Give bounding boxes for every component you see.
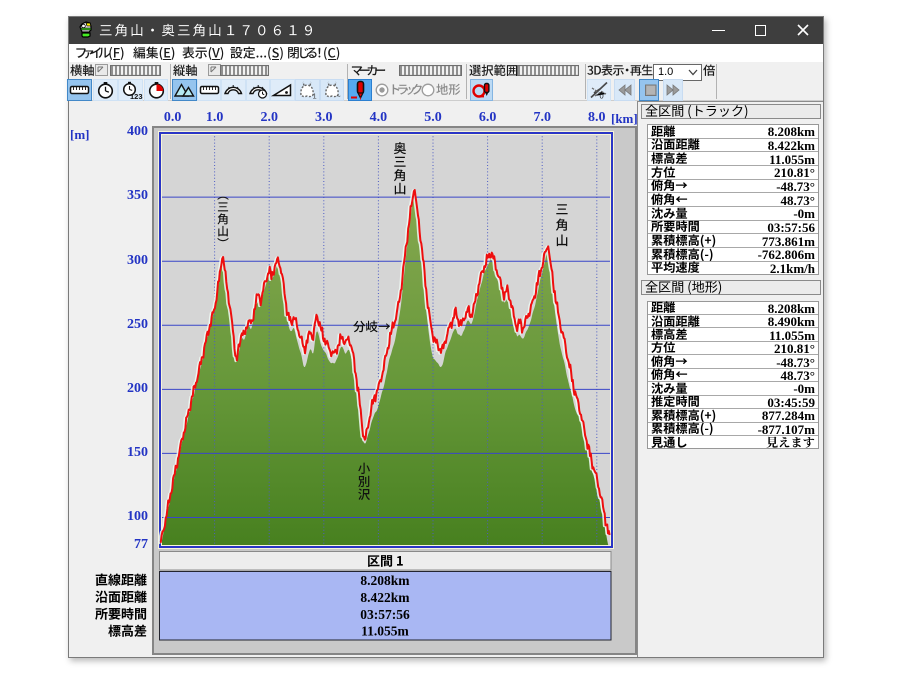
svg-text:8.422km: 8.422km [360,590,410,605]
svg-text:1: 1 [313,92,317,101]
svg-text:11.055m: 11.055m [361,624,409,639]
svg-text:8.208km: 8.208km [360,573,410,588]
svg-text:123: 123 [130,92,143,101]
svg-text:0: 0 [599,92,603,101]
svg-text:~: ~ [336,92,341,101]
svg-text:03:57:56: 03:57:56 [360,607,410,622]
